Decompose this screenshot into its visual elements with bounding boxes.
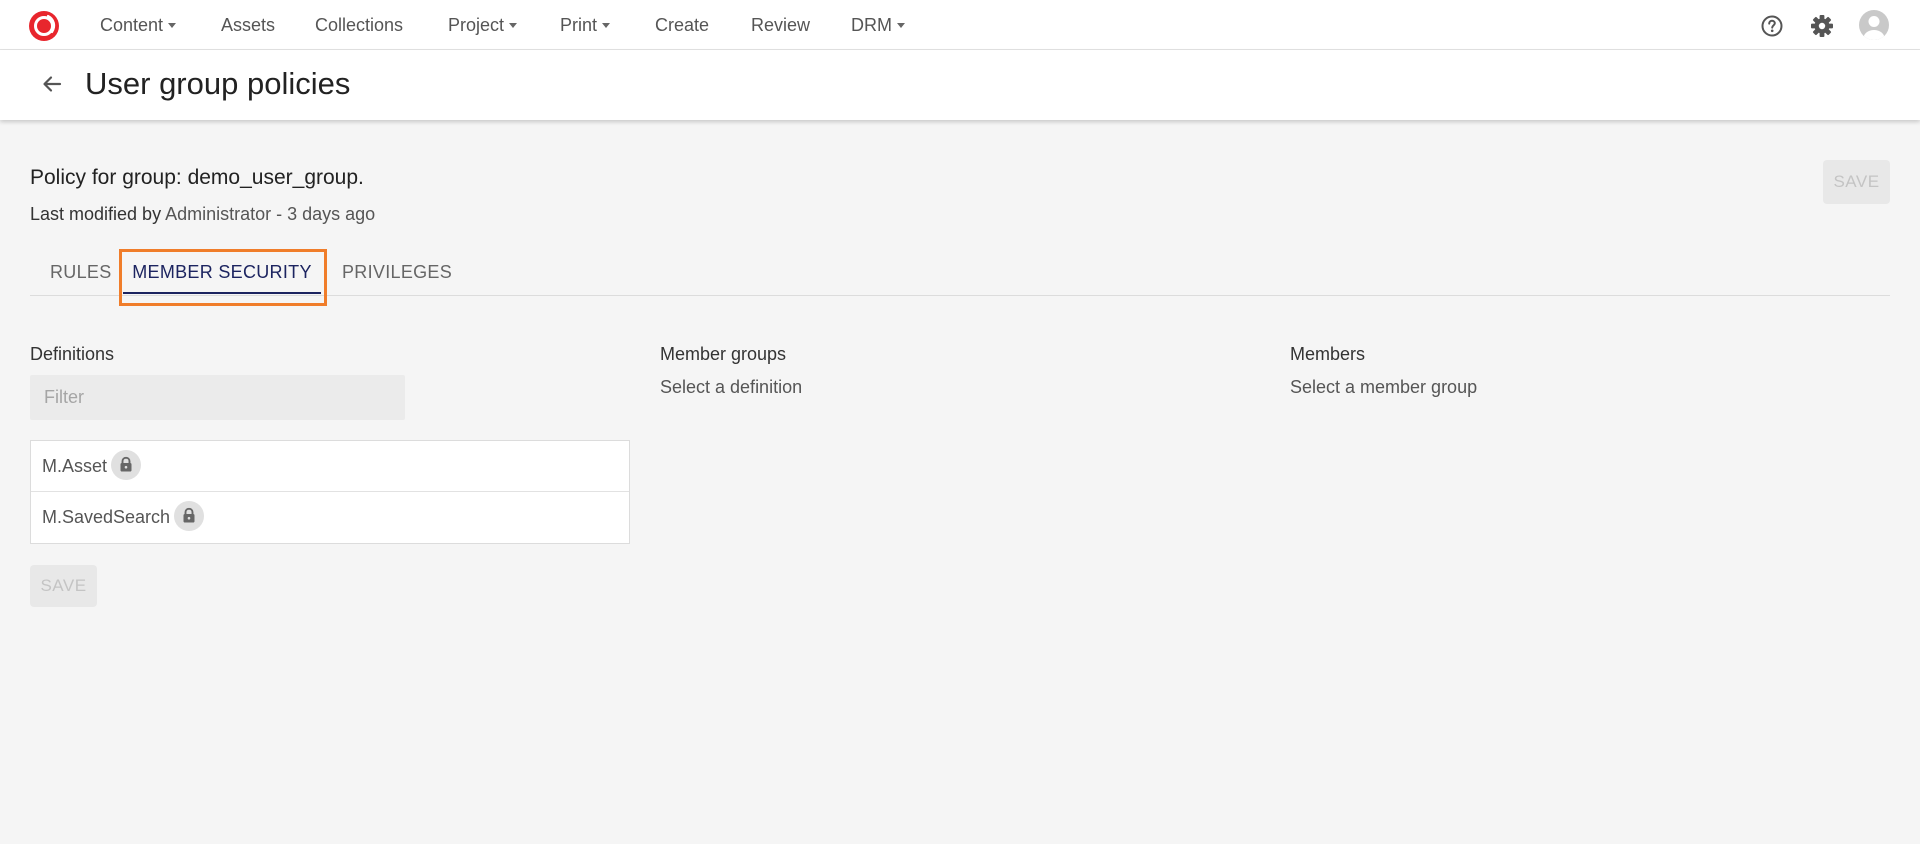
nav-item-label: Collections: [315, 15, 404, 35]
nav-item-label: DRM: [851, 15, 892, 35]
nav-item-label: Project: [448, 15, 505, 35]
caret-down-icon: [602, 22, 611, 28]
nav-item-label: Print: [560, 15, 598, 35]
nav-item-print[interactable]: Print: [560, 0, 611, 50]
nav-item-review[interactable]: Review: [751, 0, 810, 50]
save-button-top[interactable]: SAVE: [1823, 160, 1890, 204]
nav-item-drm[interactable]: DRM: [851, 0, 905, 50]
app-logo-icon[interactable]: [28, 10, 60, 42]
user-avatar-icon[interactable]: [1859, 10, 1889, 40]
policy-heading: Policy for group: demo_user_group.: [30, 166, 364, 189]
nav-item-project[interactable]: Project: [448, 0, 518, 50]
help-icon[interactable]: [1759, 13, 1785, 39]
list-item-definition[interactable]: M.SavedSearch: [31, 492, 629, 543]
last-modified-info: Last modified by Administrator - 3 days …: [30, 204, 375, 225]
page-title: User group policies: [85, 66, 351, 101]
definitions-list: M.Asset M.SavedSearch: [30, 440, 630, 544]
lock-icon: [174, 501, 205, 532]
definition-label: M.Asset: [42, 456, 108, 476]
member-groups-title: Member groups: [660, 344, 787, 364]
definition-label: M.SavedSearch: [42, 507, 171, 527]
caret-down-icon: [897, 22, 905, 28]
page-header: User group policies: [0, 50, 1920, 120]
top-navigation-bar: Content Assets Collections Project Print…: [0, 0, 1920, 50]
arrow-left-icon[interactable]: [38, 70, 66, 98]
members-title: Members: [1290, 344, 1366, 364]
nav-item-create[interactable]: Create: [655, 0, 709, 50]
nav-item-label: Content: [100, 15, 164, 35]
nav-item-label: Create: [655, 15, 710, 35]
members-placeholder: Select a member group: [1290, 377, 1478, 397]
nav-item-collections[interactable]: Collections: [315, 0, 403, 50]
caret-down-icon: [168, 22, 177, 28]
lock-icon: [111, 450, 142, 481]
member-groups-placeholder: Select a definition: [660, 377, 803, 397]
tab-rules[interactable]: RULES: [50, 250, 112, 294]
list-item-definition[interactable]: M.Asset: [31, 441, 629, 492]
gear-icon[interactable]: [1809, 13, 1835, 39]
caret-down-icon: [509, 22, 518, 28]
definitions-filter-input[interactable]: [30, 375, 405, 420]
definitions-title: Definitions: [30, 344, 115, 364]
nav-item-label: Review: [751, 15, 811, 35]
policy-tabs: RULES MEMBER SECURITY PRIVILEGES: [30, 250, 1890, 296]
nav-item-assets[interactable]: Assets: [221, 0, 275, 50]
nav-item-content[interactable]: Content: [100, 0, 177, 50]
save-button-bottom[interactable]: SAVE: [30, 565, 97, 607]
nav-item-label: Assets: [221, 15, 276, 35]
last-modified-label: Last modified by: [30, 204, 162, 224]
tab-privileges[interactable]: PRIVILEGES: [342, 250, 452, 294]
tab-member-security[interactable]: MEMBER SECURITY: [123, 250, 321, 294]
last-modified-value: Administrator - 3 days ago: [165, 204, 376, 224]
